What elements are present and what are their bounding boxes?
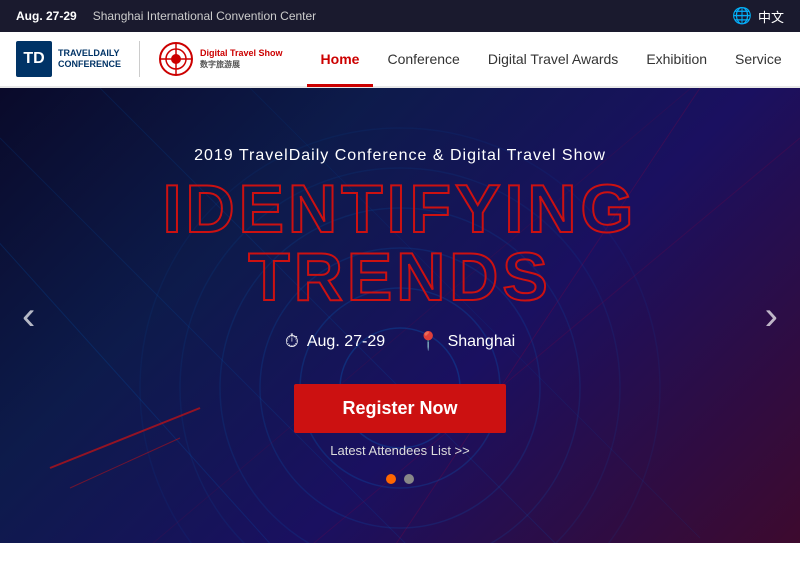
top-bar-left: Aug. 27-29 Shanghai International Conven…	[16, 9, 316, 23]
globe-icon: 🌐	[732, 6, 752, 26]
language-switcher[interactable]: 🌐 中文	[732, 6, 784, 26]
event-venue: Shanghai International Convention Center	[93, 9, 317, 23]
register-button[interactable]: Register Now	[294, 384, 505, 433]
hero-subtitle: 2019 TravelDaily Conference & Digital Tr…	[0, 147, 800, 165]
nav-conference[interactable]: Conference	[373, 33, 473, 87]
carousel-next-button[interactable]: ›	[753, 288, 790, 344]
logo-divider	[139, 41, 140, 77]
location-icon: 📍	[417, 331, 439, 352]
dts-text: Digital Travel Show 数字旅游展	[200, 48, 283, 70]
nav-about[interactable]: About	[796, 33, 800, 87]
carousel-prev-button[interactable]: ‹	[10, 288, 47, 344]
top-bar: Aug. 27-29 Shanghai International Conven…	[0, 0, 800, 32]
logos: TD TRAVELDAILY CONFERENCE Digital Travel…	[16, 41, 283, 77]
navbar: TD TRAVELDAILY CONFERENCE Digital Travel…	[0, 32, 800, 88]
traveldaily-logo[interactable]: TD TRAVELDAILY CONFERENCE	[16, 41, 121, 77]
language-label: 中文	[758, 7, 784, 26]
carousel-dots	[0, 474, 800, 484]
nav-service[interactable]: Service	[721, 33, 796, 87]
event-date: Aug. 27-29	[16, 9, 77, 23]
carousel-dot-2[interactable]	[404, 474, 414, 484]
hero-date-label: Aug. 27-29	[307, 333, 385, 351]
main-nav: Home Conference Digital Travel Awards Ex…	[307, 32, 800, 86]
event-location-meta: 📍 Shanghai	[417, 331, 515, 352]
td-text: TRAVELDAILY CONFERENCE	[58, 48, 121, 70]
clock-icon: ⏱	[285, 331, 299, 352]
hero-content: 2019 TravelDaily Conference & Digital Tr…	[0, 147, 800, 484]
hero-location-label: Shanghai	[448, 333, 516, 351]
dts-logo[interactable]: Digital Travel Show 数字旅游展	[158, 41, 283, 77]
nav-digital-travel-awards[interactable]: Digital Travel Awards	[474, 33, 632, 87]
event-date-meta: ⏱ Aug. 27-29	[285, 331, 385, 352]
nav-home[interactable]: Home	[307, 33, 374, 87]
hero-meta: ⏱ Aug. 27-29 📍 Shanghai	[0, 331, 800, 352]
hero-section: ‹ 2019 TravelDaily Conference & Digital …	[0, 88, 800, 543]
nav-exhibition[interactable]: Exhibition	[632, 33, 721, 87]
carousel-dot-1[interactable]	[386, 474, 396, 484]
dts-circle-icon	[158, 41, 194, 77]
attendees-link[interactable]: Latest Attendees List >>	[0, 443, 800, 458]
hero-title: IDENTIFYING TRENDS	[0, 175, 800, 311]
td-icon: TD	[16, 41, 52, 77]
